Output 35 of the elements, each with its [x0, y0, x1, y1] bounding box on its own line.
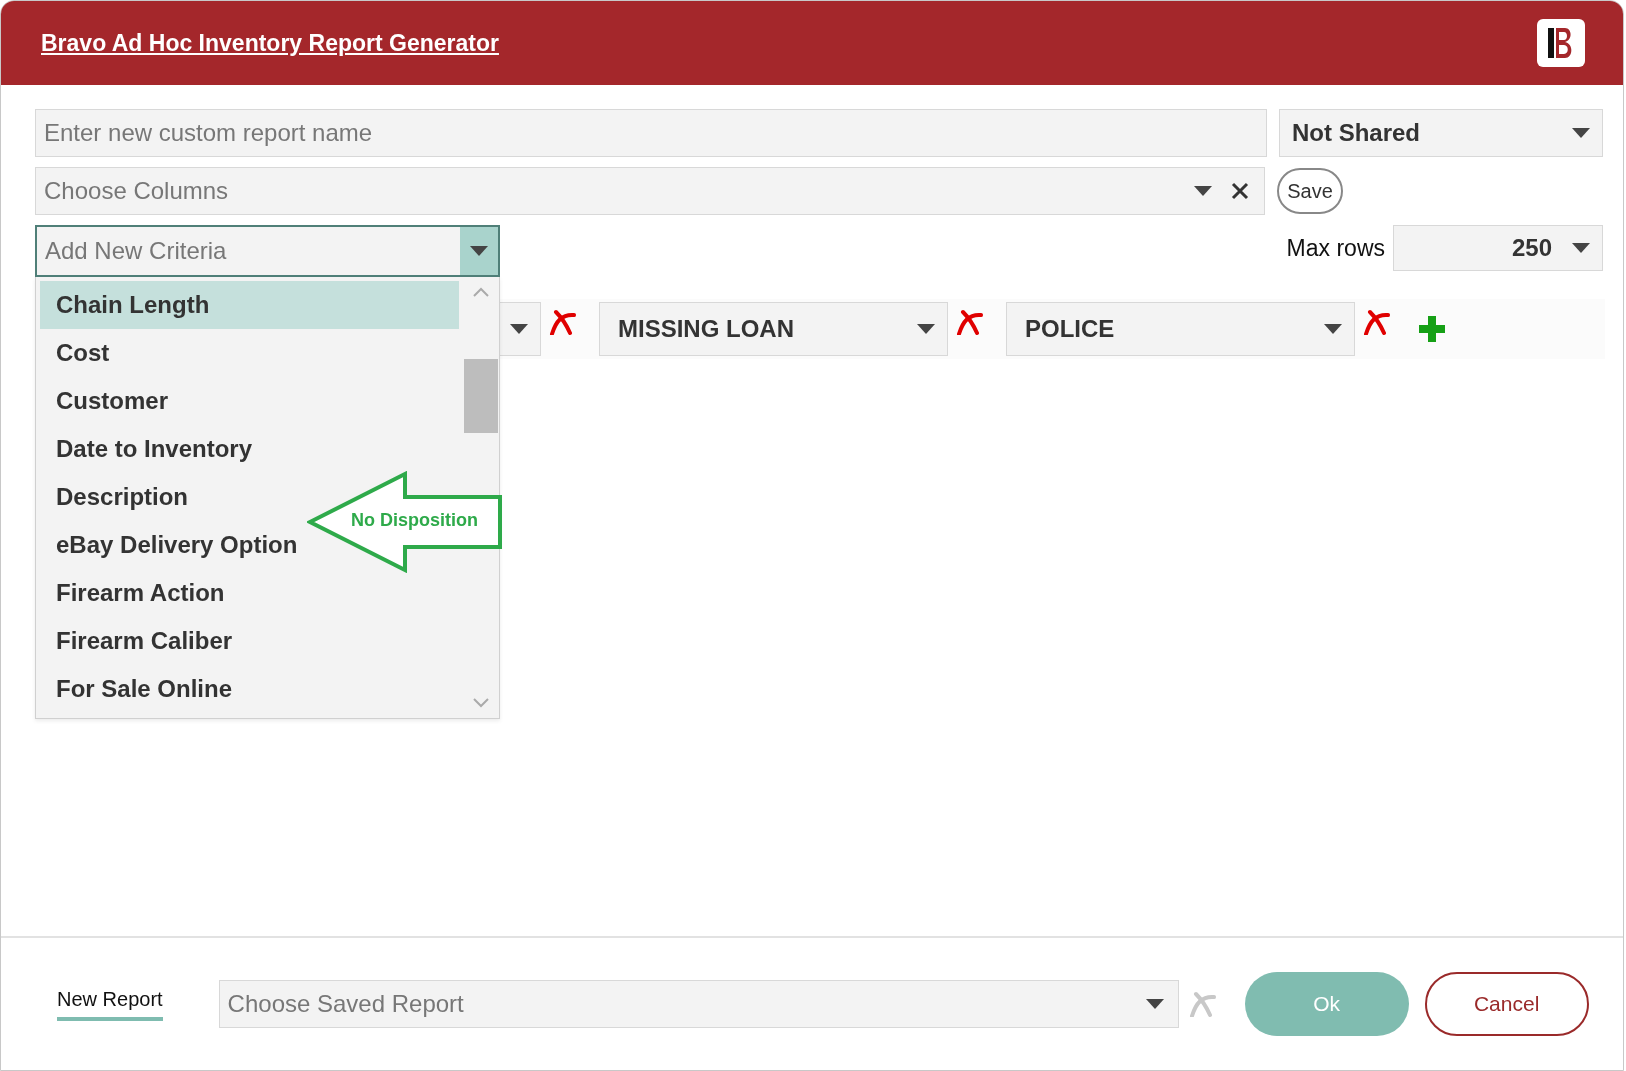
criteria-input[interactable]: Add New Criteria: [45, 227, 460, 275]
criteria-value-dropdown[interactable]: POLICE: [1006, 302, 1355, 356]
sharing-dropdown[interactable]: Not Shared: [1279, 109, 1603, 157]
plus-icon[interactable]: [1417, 314, 1447, 344]
remove-icon[interactable]: [1363, 309, 1391, 335]
list-item[interactable]: For Sale Online: [40, 665, 459, 713]
criteria-value-dropdown[interactable]: MISSING LOAN: [599, 302, 948, 356]
close-icon[interactable]: [1230, 181, 1250, 201]
max-rows-label: Max rows: [1286, 234, 1385, 262]
list-item[interactable]: Cost: [40, 329, 459, 377]
caret-icon: [1194, 186, 1212, 196]
list-item[interactable]: Date to Inventory: [40, 425, 459, 473]
scrollbar-thumb[interactable]: [464, 359, 498, 433]
caret-icon: [1145, 999, 1164, 1009]
remove-icon[interactable]: [956, 309, 984, 335]
report-tab[interactable]: New Report: [57, 987, 163, 1021]
caret-icon: [510, 324, 528, 334]
remove-icon[interactable]: [549, 309, 577, 335]
list-item[interactable]: Chain Length: [40, 281, 459, 329]
criteria-dropdown[interactable]: Add New Criteria: [35, 225, 500, 277]
max-rows-dropdown[interactable]: 250: [1393, 225, 1603, 271]
caret-icon: [1572, 243, 1590, 253]
list-item[interactable]: Firearm Action: [40, 569, 459, 617]
list-item[interactable]: Customer: [40, 377, 459, 425]
caret-icon: [1572, 128, 1590, 138]
caret-icon: [917, 324, 935, 334]
list-item[interactable]: Firearm Caliber: [40, 617, 459, 665]
window-title: Bravo Ad Hoc Inventory Report Generator: [41, 29, 499, 57]
caret-icon: [1324, 324, 1342, 334]
cancel-button[interactable]: Cancel: [1424, 972, 1589, 1036]
callout-text: No Disposition: [351, 510, 478, 531]
save-button[interactable]: Save: [1277, 168, 1343, 214]
dropdown-toggle[interactable]: [460, 227, 498, 275]
caret-icon: [470, 246, 488, 256]
report-name-field[interactable]: Enter new custom report name: [35, 109, 1267, 157]
